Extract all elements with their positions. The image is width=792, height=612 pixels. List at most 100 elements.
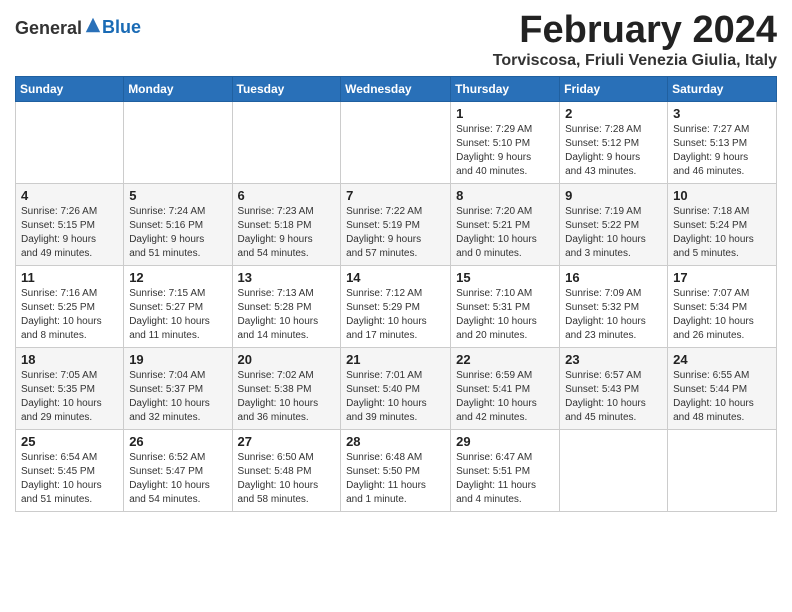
day-info: Sunrise: 7:15 AMSunset: 5:27 PMDaylight:…: [129, 287, 226, 343]
day-number: 16: [565, 270, 662, 285]
calendar-cell: 28 Sunrise: 6:48 AMSunset: 5:50 PMDayligh…: [341, 429, 451, 511]
day-info: Sunrise: 6:59 AMSunset: 5:41 PMDaylight:…: [456, 369, 554, 425]
day-number: 5: [129, 188, 226, 203]
day-info: Sunrise: 7:23 AMSunset: 5:18 PMDaylight:…: [238, 205, 336, 261]
calendar-cell: 25Sunrise: 6:54 AMSunset: 5:45 PMDayligh…: [16, 429, 124, 511]
day-number: 29: [456, 434, 554, 449]
day-info: Sunrise: 6:54 AMSunset: 5:45 PMDaylight:…: [21, 451, 118, 507]
weekday-header-friday: Friday: [560, 76, 668, 101]
week-row-1: 1 Sunrise: 7:29 AMSunset: 5:10 PMDaylight…: [16, 101, 777, 183]
day-number: 26: [129, 434, 226, 449]
calendar-cell: 24Sunrise: 6:55 AMSunset: 5:44 PMDayligh…: [668, 347, 777, 429]
week-row-4: 18Sunrise: 7:05 AMSunset: 5:35 PMDayligh…: [16, 347, 777, 429]
day-info: Sunrise: 7:22 AMSunset: 5:19 PMDaylight:…: [346, 205, 445, 261]
day-info: Sunrise: 7:05 AMSunset: 5:35 PMDaylight:…: [21, 369, 118, 425]
day-info: Sunrise: 7:13 AMSunset: 5:28 PMDaylight:…: [238, 287, 336, 343]
weekday-header-wednesday: Wednesday: [341, 76, 451, 101]
calendar-cell: 29 Sunrise: 6:47 AMSunset: 5:51 PMDayligh…: [451, 429, 560, 511]
day-info: Sunrise: 7:04 AMSunset: 5:37 PMDaylight:…: [129, 369, 226, 425]
logo: General Blue: [15, 16, 141, 39]
day-number: 13: [238, 270, 336, 285]
day-info: Sunrise: 7:27 AMSunset: 5:13 PMDaylight:…: [673, 123, 771, 179]
day-number: 7: [346, 188, 445, 203]
calendar-cell: [232, 101, 341, 183]
day-number: 20: [238, 352, 336, 367]
day-info: Sunrise: 7:07 AMSunset: 5:34 PMDaylight:…: [673, 287, 771, 343]
day-info: Sunrise: 7:02 AMSunset: 5:38 PMDaylight:…: [238, 369, 336, 425]
week-row-5: 25Sunrise: 6:54 AMSunset: 5:45 PMDayligh…: [16, 429, 777, 511]
day-info: Sunrise: 7:16 AMSunset: 5:25 PMDaylight:…: [21, 287, 118, 343]
calendar-cell: 6Sunrise: 7:23 AMSunset: 5:18 PMDaylight…: [232, 183, 341, 265]
weekday-header-row: SundayMondayTuesdayWednesdayThursdayFrid…: [16, 76, 777, 101]
weekday-header-thursday: Thursday: [451, 76, 560, 101]
day-number: 19: [129, 352, 226, 367]
logo-blue: Blue: [102, 17, 141, 37]
calendar-cell: 15 Sunrise: 7:10 AMSunset: 5:31 PMDayligh…: [451, 265, 560, 347]
calendar-cell: 7 Sunrise: 7:22 AMSunset: 5:19 PMDaylight…: [341, 183, 451, 265]
day-info: Sunrise: 7:12 AMSunset: 5:29 PMDaylight:…: [346, 287, 445, 343]
calendar-cell: [341, 101, 451, 183]
calendar-table: SundayMondayTuesdayWednesdayThursdayFrid…: [15, 76, 777, 512]
day-info: Sunrise: 7:20 AMSunset: 5:21 PMDaylight:…: [456, 205, 554, 261]
calendar-cell: 23Sunrise: 6:57 AMSunset: 5:43 PMDayligh…: [560, 347, 668, 429]
day-number: 17: [673, 270, 771, 285]
day-info: Sunrise: 7:01 AMSunset: 5:40 PMDaylight:…: [346, 369, 445, 425]
weekday-header-monday: Monday: [124, 76, 232, 101]
calendar-cell: 22 Sunrise: 6:59 AMSunset: 5:41 PMDayligh…: [451, 347, 560, 429]
day-number: 22: [456, 352, 554, 367]
day-number: 12: [129, 270, 226, 285]
day-number: 15: [456, 270, 554, 285]
calendar-cell: 4 Sunrise: 7:26 AMSunset: 5:15 PMDaylight…: [16, 183, 124, 265]
day-number: 2: [565, 106, 662, 121]
day-info: Sunrise: 7:26 AMSunset: 5:15 PMDaylight:…: [21, 205, 118, 261]
day-info: Sunrise: 6:52 AMSunset: 5:47 PMDaylight:…: [129, 451, 226, 507]
calendar-cell: 26 Sunrise: 6:52 AMSunset: 5:47 PMDayligh…: [124, 429, 232, 511]
location-subtitle: Torviscosa, Friuli Venezia Giulia, Italy: [493, 52, 777, 70]
calendar-cell: [124, 101, 232, 183]
day-info: Sunrise: 6:57 AMSunset: 5:43 PMDaylight:…: [565, 369, 662, 425]
logo-general: General: [15, 18, 82, 38]
calendar-cell: 13 Sunrise: 7:13 AMSunset: 5:28 PMDayligh…: [232, 265, 341, 347]
calendar-cell: 20 Sunrise: 7:02 AMSunset: 5:38 PMDayligh…: [232, 347, 341, 429]
calendar-cell: 21 Sunrise: 7:01 AMSunset: 5:40 PMDayligh…: [341, 347, 451, 429]
header: General Blue February 2024 Torviscosa, F…: [15, 10, 777, 70]
day-number: 27: [238, 434, 336, 449]
weekday-header-tuesday: Tuesday: [232, 76, 341, 101]
day-info: Sunrise: 6:48 AMSunset: 5:50 PMDaylight:…: [346, 451, 445, 507]
day-info: Sunrise: 7:09 AMSunset: 5:32 PMDaylight:…: [565, 287, 662, 343]
day-info: Sunrise: 7:29 AMSunset: 5:10 PMDaylight:…: [456, 123, 554, 179]
day-info: Sunrise: 6:55 AMSunset: 5:44 PMDaylight:…: [673, 369, 771, 425]
calendar-cell: [16, 101, 124, 183]
day-number: 3: [673, 106, 771, 121]
weekday-header-sunday: Sunday: [16, 76, 124, 101]
calendar-cell: 18Sunrise: 7:05 AMSunset: 5:35 PMDayligh…: [16, 347, 124, 429]
month-title: February 2024: [493, 10, 777, 52]
title-block: February 2024 Torviscosa, Friuli Venezia…: [493, 10, 777, 70]
day-info: Sunrise: 7:19 AMSunset: 5:22 PMDaylight:…: [565, 205, 662, 261]
calendar-cell: 14 Sunrise: 7:12 AMSunset: 5:29 PMDayligh…: [341, 265, 451, 347]
calendar-cell: 12 Sunrise: 7:15 AMSunset: 5:27 PMDayligh…: [124, 265, 232, 347]
day-number: 9: [565, 188, 662, 203]
calendar-cell: 3 Sunrise: 7:27 AMSunset: 5:13 PMDaylight…: [668, 101, 777, 183]
day-info: Sunrise: 6:47 AMSunset: 5:51 PMDaylight:…: [456, 451, 554, 507]
day-number: 1: [456, 106, 554, 121]
calendar-cell: 1 Sunrise: 7:29 AMSunset: 5:10 PMDaylight…: [451, 101, 560, 183]
day-number: 10: [673, 188, 771, 203]
calendar-cell: 19 Sunrise: 7:04 AMSunset: 5:37 PMDayligh…: [124, 347, 232, 429]
logo-icon: [84, 16, 102, 34]
week-row-3: 11Sunrise: 7:16 AMSunset: 5:25 PMDayligh…: [16, 265, 777, 347]
day-number: 4: [21, 188, 118, 203]
calendar-cell: 17 Sunrise: 7:07 AMSunset: 5:34 PMDayligh…: [668, 265, 777, 347]
day-number: 28: [346, 434, 445, 449]
weekday-header-saturday: Saturday: [668, 76, 777, 101]
calendar-cell: 10Sunrise: 7:18 AMSunset: 5:24 PMDayligh…: [668, 183, 777, 265]
day-number: 14: [346, 270, 445, 285]
day-info: Sunrise: 6:50 AMSunset: 5:48 PMDaylight:…: [238, 451, 336, 507]
calendar-cell: [668, 429, 777, 511]
day-info: Sunrise: 7:10 AMSunset: 5:31 PMDaylight:…: [456, 287, 554, 343]
calendar-cell: 5 Sunrise: 7:24 AMSunset: 5:16 PMDaylight…: [124, 183, 232, 265]
day-info: Sunrise: 7:28 AMSunset: 5:12 PMDaylight:…: [565, 123, 662, 179]
day-number: 21: [346, 352, 445, 367]
week-row-2: 4 Sunrise: 7:26 AMSunset: 5:15 PMDaylight…: [16, 183, 777, 265]
day-info: Sunrise: 7:24 AMSunset: 5:16 PMDaylight:…: [129, 205, 226, 261]
